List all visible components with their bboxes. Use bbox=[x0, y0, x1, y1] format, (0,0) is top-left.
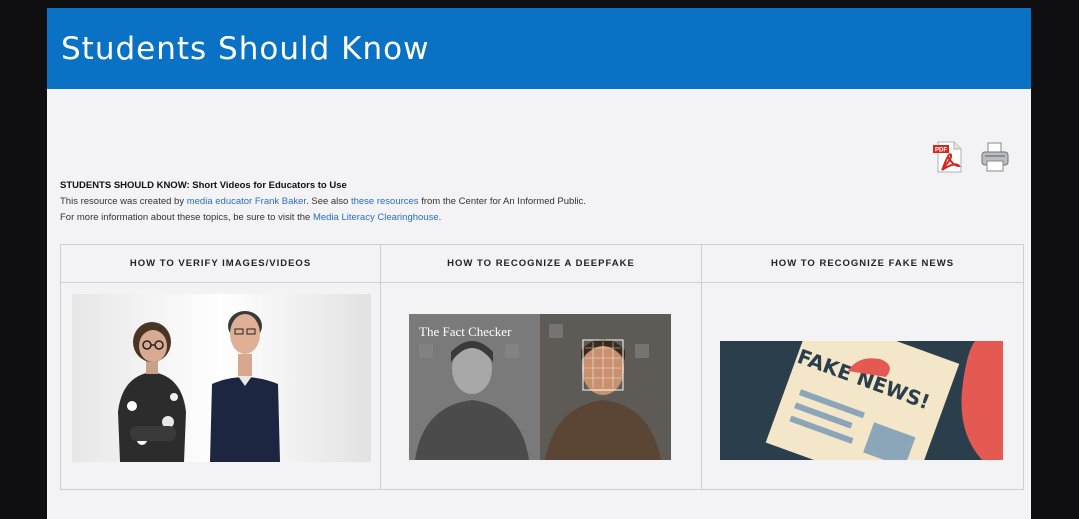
page-frame: Students Should Know PDF STUDENTS SHOULD… bbox=[47, 8, 1031, 519]
page-title: Students Should Know bbox=[61, 30, 430, 67]
intro-line-2-text-a: For more information about these topics,… bbox=[60, 212, 313, 223]
video-cell-verify bbox=[61, 283, 381, 489]
pdf-file-icon[interactable]: PDF bbox=[933, 140, 965, 174]
verify-video-thumbnail[interactable] bbox=[72, 294, 371, 462]
video-cell-deepfake: The Fact Checker bbox=[381, 283, 702, 489]
fake-news-video-thumbnail[interactable]: FAKE NEWS! bbox=[720, 341, 1003, 460]
these-resources-link[interactable]: these resources bbox=[351, 196, 419, 207]
video-title-verify: HOW TO VERIFY IMAGES/VIDEOS bbox=[61, 245, 381, 283]
video-title-deepfake: HOW TO RECOGNIZE A DEEPFAKE bbox=[381, 245, 702, 283]
page-header: Students Should Know bbox=[47, 8, 1031, 89]
intro-text: STUDENTS SHOULD KNOW: Short Videos for E… bbox=[60, 178, 586, 226]
intro-line-1-text-b: . See also bbox=[306, 196, 351, 207]
video-title-fake-news: HOW TO RECOGNIZE FAKE NEWS bbox=[702, 245, 1023, 283]
deepfake-video-thumbnail[interactable]: The Fact Checker bbox=[409, 314, 671, 460]
intro-line-2-text-b: . bbox=[438, 212, 442, 223]
video-table: HOW TO VERIFY IMAGES/VIDEOS HOW TO RECOG… bbox=[60, 244, 1024, 490]
intro-line-1-text-a: This resource was created by bbox=[60, 196, 187, 207]
printer-icon[interactable] bbox=[979, 140, 1011, 174]
svg-text:PDF: PDF bbox=[935, 148, 947, 154]
toolbar: PDF bbox=[933, 140, 1011, 174]
intro-line-2: For more information about these topics,… bbox=[60, 210, 586, 226]
frank-baker-link[interactable]: media educator Frank Baker bbox=[187, 196, 306, 207]
fact-checker-caption: The Fact Checker bbox=[419, 324, 512, 339]
media-literacy-clearinghouse-link[interactable]: Media Literacy Clearinghouse bbox=[313, 212, 439, 223]
intro-line-1: This resource was created by media educa… bbox=[60, 194, 586, 210]
video-cell-fake-news: FAKE NEWS! bbox=[702, 283, 1023, 489]
intro-line-1-text-c: from the Center for An Informed Public. bbox=[418, 196, 586, 207]
intro-heading: STUDENTS SHOULD KNOW: Short Videos for E… bbox=[60, 180, 347, 191]
